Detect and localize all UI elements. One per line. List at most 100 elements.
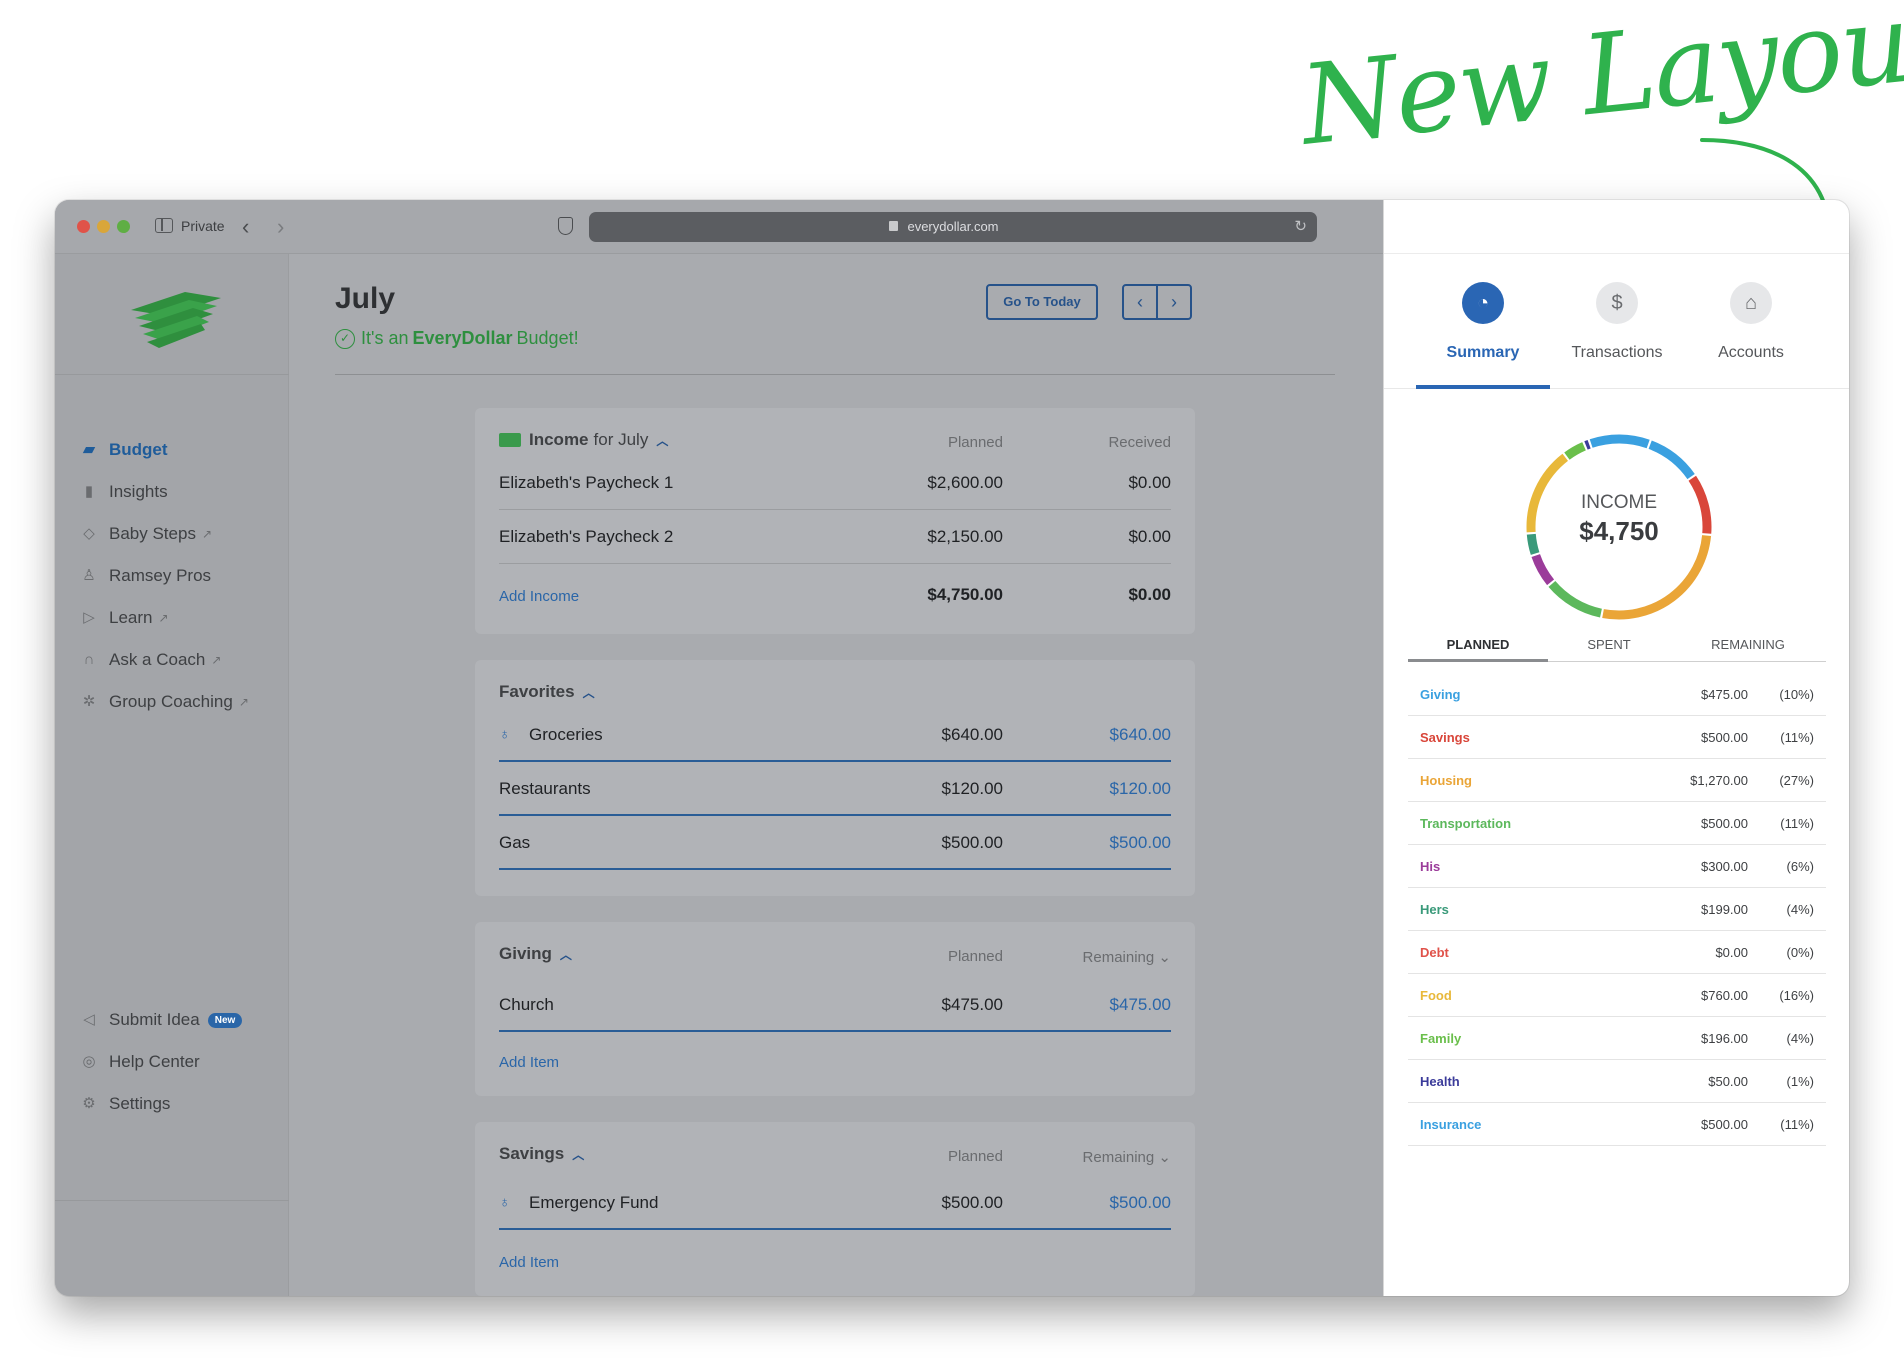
tab-label: Accounts: [1718, 344, 1784, 361]
item-name: Elizabeth's Paycheck 1: [499, 473, 674, 492]
nav-item-label: Insights: [109, 482, 168, 501]
category-name: Insurance: [1420, 1117, 1482, 1132]
nav-item-budget[interactable]: ▰ Budget: [79, 438, 167, 462]
category-percent: (11%): [1780, 730, 1814, 745]
item-planned[interactable]: $500.00: [942, 833, 1003, 853]
column-header-remaining[interactable]: Remaining ⌄: [1083, 1148, 1171, 1166]
category-row[interactable]: Health $50.00 (1%): [1408, 1060, 1826, 1103]
item-planned[interactable]: $500.00: [942, 1193, 1003, 1213]
category-row[interactable]: Housing $1,270.00 (27%): [1408, 759, 1826, 802]
nav-item-ramsey-pros[interactable]: ♙ Ramsey Pros: [79, 564, 211, 588]
nav-item-label: Group Coaching: [109, 692, 233, 711]
item-planned[interactable]: $2,150.00: [927, 527, 1003, 547]
category-row[interactable]: His $300.00 (6%): [1408, 845, 1826, 888]
category-row[interactable]: Savings $500.00 (11%): [1408, 716, 1826, 759]
column-header-planned: Planned: [947, 1148, 1003, 1165]
income-total-row: $4,750.00 $0.00: [499, 568, 1171, 622]
help-icon: ◎: [82, 1053, 96, 1070]
savings-card: Savings ︿ Planned Remaining ⌄ ♁ Emergency…: [475, 1122, 1195, 1296]
tab-accounts[interactable]: ⌂ Accounts: [1684, 254, 1818, 389]
category-row[interactable]: Giving $475.00 (10%): [1408, 673, 1826, 716]
nav-divider: [55, 1200, 289, 1201]
chevron-up-icon[interactable]: ︿: [583, 684, 595, 701]
category-percent: (10%): [1779, 687, 1814, 702]
category-row[interactable]: Hers $199.00 (4%): [1408, 888, 1826, 931]
nav-item-insights[interactable]: ▮ Insights: [79, 480, 168, 504]
back-arrow-icon[interactable]: ‹: [242, 214, 249, 240]
go-to-today-button[interactable]: Go To Today: [986, 284, 1098, 320]
category-name: Hers: [1420, 902, 1449, 917]
chevron-up-icon[interactable]: ︿: [572, 1146, 584, 1163]
column-header-planned: Planned: [947, 948, 1003, 965]
favorites-header[interactable]: Favorites ︿: [499, 682, 595, 702]
nav-item-baby-steps[interactable]: ◇ Baby Steps ↗: [79, 522, 212, 546]
chevron-up-icon[interactable]: ︿: [560, 946, 572, 963]
income-header[interactable]: Income for July ︿: [499, 430, 668, 450]
table-row[interactable]: Gas $500.00 $500.00: [499, 816, 1171, 870]
tab-spent[interactable]: SPENT: [1548, 632, 1670, 662]
category-row[interactable]: Insurance $500.00 (11%): [1408, 1103, 1826, 1146]
forward-arrow-icon[interactable]: ›: [277, 214, 284, 240]
nav-item-learn[interactable]: ▷ Learn ↗: [79, 606, 168, 630]
table-row[interactable]: ♁ Emergency Fund $500.00 $500.00: [499, 1176, 1171, 1230]
address-bar[interactable]: everydollar.com ↻: [589, 212, 1317, 242]
table-row[interactable]: ♁ Groceries $640.00 $640.00: [499, 708, 1171, 762]
nav-item-label: Settings: [109, 1094, 171, 1113]
nav-item-help-center[interactable]: ◎ Help Center: [79, 1050, 199, 1074]
add-item-link[interactable]: Add Item: [499, 1054, 559, 1071]
category-percent: (11%): [1780, 1117, 1814, 1132]
category-amount: $300.00: [1701, 859, 1748, 874]
category-amount: $196.00: [1701, 1031, 1748, 1046]
item-planned[interactable]: $120.00: [942, 779, 1003, 799]
browser-window: Private ‹ › everydollar.com ↻ ▰ Budget ▮…: [55, 200, 1849, 1296]
reload-icon[interactable]: ↻: [1294, 217, 1307, 235]
sidebar-toggle-icon[interactable]: [155, 218, 173, 233]
minimize-window-button[interactable]: [97, 220, 110, 233]
item-planned[interactable]: $640.00: [942, 725, 1003, 745]
table-row[interactable]: Restaurants $120.00 $120.00: [499, 762, 1171, 816]
table-row[interactable]: Elizabeth's Paycheck 1 $2,600.00 $0.00: [499, 456, 1171, 510]
total-planned: $4,750.00: [927, 585, 1003, 604]
nav-item-submit-idea[interactable]: ◁ Submit Idea New: [79, 1008, 243, 1032]
nav-item-group-coaching[interactable]: ✲ Group Coaching ↗: [79, 690, 249, 714]
category-row[interactable]: Debt $0.00 (0%): [1408, 931, 1826, 974]
category-amount: $50.00: [1708, 1074, 1748, 1089]
giving-header[interactable]: Giving ︿: [499, 944, 572, 964]
savings-header[interactable]: Savings ︿: [499, 1144, 584, 1164]
page-title: July: [335, 282, 396, 315]
item-remaining: $500.00: [1109, 1193, 1171, 1212]
nav-item-settings[interactable]: ⚙ Settings: [79, 1092, 170, 1116]
chevron-up-icon[interactable]: ︿: [656, 432, 668, 449]
tagline-brand: EveryDollar: [412, 328, 513, 348]
dollar-icon: $: [1596, 282, 1638, 324]
add-item-link[interactable]: Add Item: [499, 1254, 559, 1271]
play-icon: ▷: [83, 609, 95, 626]
income-title-suffix: for July: [593, 430, 649, 449]
previous-month-button[interactable]: ‹: [1124, 286, 1158, 318]
item-planned[interactable]: $2,600.00: [927, 473, 1003, 493]
category-row[interactable]: Food $760.00 (16%): [1408, 974, 1826, 1017]
nav-item-ask-a-coach[interactable]: ∩ Ask a Coach ↗: [79, 648, 222, 672]
summary-icon: ◔: [1462, 282, 1504, 324]
next-month-button[interactable]: ›: [1158, 286, 1190, 318]
column-header-remaining[interactable]: Remaining ⌄: [1083, 948, 1171, 966]
item-planned[interactable]: $475.00: [942, 995, 1003, 1015]
column-header-remaining-label: Remaining: [1082, 949, 1155, 966]
favorites-card: Favorites ︿ ♁ Groceries $640.00 $640.00 R…: [475, 660, 1195, 896]
zoom-window-button[interactable]: [117, 220, 130, 233]
tab-planned[interactable]: PLANNED: [1408, 632, 1548, 662]
close-window-button[interactable]: [77, 220, 90, 233]
shield-icon[interactable]: [558, 217, 573, 235]
megaphone-icon: ◁: [83, 1011, 95, 1028]
screenshot-stage: New Layout Private ‹ › everydollar.com ↻: [0, 0, 1904, 1369]
donut-segment-transportation: [1548, 580, 1603, 618]
tab-transactions[interactable]: $ Transactions: [1550, 254, 1684, 389]
table-row[interactable]: Church $475.00 $475.00: [499, 978, 1171, 1032]
category-row[interactable]: Family $196.00 (4%): [1408, 1017, 1826, 1060]
tab-remaining[interactable]: REMAINING: [1670, 632, 1826, 662]
category-row[interactable]: Transportation $500.00 (11%): [1408, 802, 1826, 845]
new-badge: New: [207, 1012, 243, 1028]
tab-summary[interactable]: ◔ Summary: [1416, 254, 1550, 389]
table-row[interactable]: Elizabeth's Paycheck 2 $2,150.00 $0.00: [499, 510, 1171, 564]
category-percent: (11%): [1780, 816, 1814, 831]
